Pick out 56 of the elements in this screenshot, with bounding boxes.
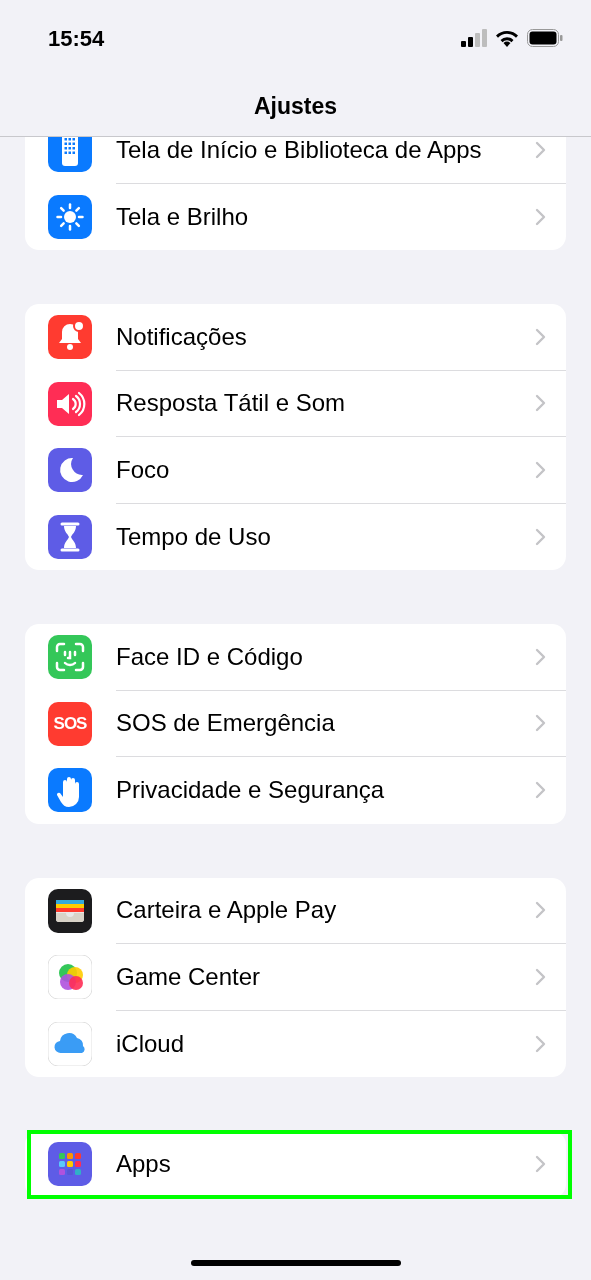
settings-row[interactable]: Privacidade e Segurança <box>25 757 566 824</box>
wallet-icon <box>48 888 92 933</box>
chevron-icon <box>535 1155 546 1174</box>
row-label: Tela e Brilho <box>116 201 250 232</box>
settings-row[interactable]: Resposta Tátil e Som <box>25 370 566 437</box>
signal-icon <box>461 29 487 47</box>
page-title: Ajustes <box>253 91 338 121</box>
chevron-icon <box>535 140 546 159</box>
settings-row[interactable]: SOS SOS de Emergência <box>25 690 566 757</box>
settings-row[interactable]: Tela de Início e Biblioteca de Apps <box>25 137 566 184</box>
wifi-icon <box>495 29 519 47</box>
chevron-icon <box>535 207 546 226</box>
settings-row[interactable]: iCloud <box>25 1010 566 1077</box>
settings-row[interactable]: Game Center <box>25 944 566 1011</box>
chevron-icon <box>535 901 546 920</box>
settings-row[interactable]: Carteira e Apple Pay <box>25 877 566 944</box>
row-label: Game Center <box>116 961 262 992</box>
speaker-icon <box>48 381 92 426</box>
settings-row[interactable]: Notificações <box>25 304 566 371</box>
row-label: Notificações <box>116 321 248 352</box>
row-label: Carteira e Apple Pay <box>116 895 338 926</box>
row-label: Tela de Início e Biblioteca de Apps <box>116 137 483 165</box>
chevron-icon <box>535 781 546 800</box>
row-label: iCloud <box>116 1028 186 1059</box>
chevron-icon <box>535 1034 546 1053</box>
row-label: Resposta Tátil e Som <box>116 388 346 419</box>
row-label: SOS de Emergência <box>116 708 336 739</box>
settings-row[interactable]: Tempo de Uso <box>25 503 566 570</box>
hourglass-icon <box>48 514 92 559</box>
settings-row[interactable]: Face ID e Código <box>25 624 566 691</box>
settings-row[interactable]: Apps <box>25 1131 566 1198</box>
chevron-icon <box>535 460 546 479</box>
chevron-icon <box>535 967 546 986</box>
app-grid-icon <box>48 1142 92 1187</box>
moon-icon <box>48 448 92 493</box>
sos-icon: SOS <box>48 701 92 746</box>
chevron-icon <box>535 714 546 733</box>
bell-icon <box>48 315 92 360</box>
hand-icon <box>48 768 92 813</box>
row-label: Face ID e Código <box>116 641 304 672</box>
row-label: Foco <box>116 454 171 485</box>
sun-icon <box>48 194 92 239</box>
row-label: Privacidade e Segurança <box>116 775 386 806</box>
chevron-icon <box>535 394 546 413</box>
settings-row[interactable]: Tela e Brilho <box>25 183 566 250</box>
row-label: Tempo de Uso <box>116 521 272 552</box>
battery-icon <box>527 29 563 47</box>
cloud-icon <box>48 1021 92 1066</box>
status-time: 15:54 <box>48 24 105 53</box>
settings-row[interactable]: Foco <box>25 437 566 504</box>
chevron-icon <box>535 527 546 546</box>
colored-bubbles-icon <box>48 955 92 1000</box>
row-label: Apps <box>116 1149 172 1180</box>
chevron-icon <box>535 647 546 666</box>
face-scan-icon <box>48 635 92 680</box>
chevron-icon <box>535 327 546 346</box>
